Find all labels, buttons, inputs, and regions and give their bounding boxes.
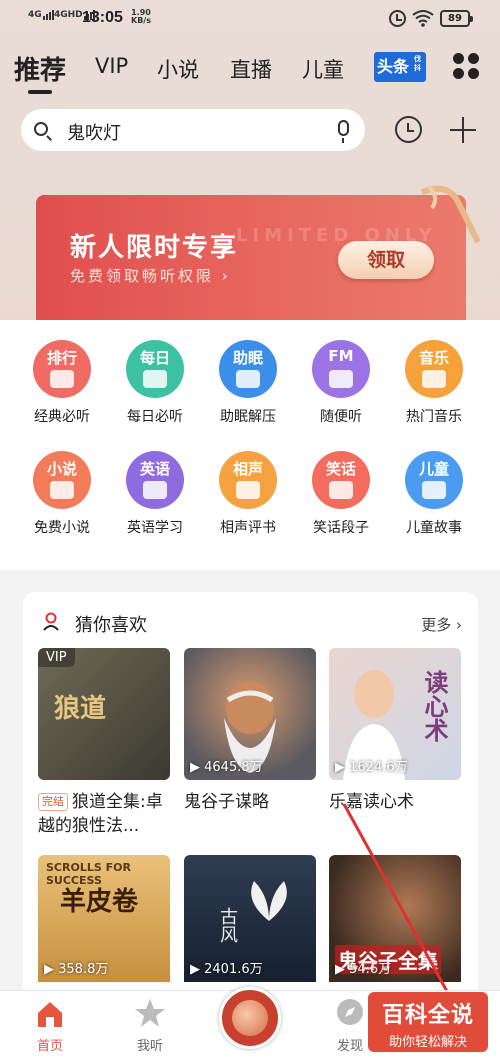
banner-title: 新人限时专享 — [70, 233, 239, 263]
user-heart-icon — [43, 612, 59, 631]
category-classic[interactable]: 排行 经典必听 — [17, 340, 107, 426]
tab-vip[interactable]: VIP — [95, 54, 128, 78]
album-title[interactable]: 鬼谷子谋略 — [184, 790, 269, 814]
signal-indicator-1: 4G — [28, 10, 54, 20]
star-icon — [135, 999, 165, 1027]
album-card[interactable]: 古风 ▶ 2401.6万 — [184, 855, 316, 982]
album-card[interactable]: ▶ 4645.8万 — [184, 648, 316, 780]
ribbon-decoration — [420, 184, 481, 244]
add-icon[interactable] — [450, 117, 476, 143]
english-icon: 英语 — [126, 451, 184, 509]
home-icon — [38, 1002, 62, 1027]
alarm-icon — [389, 10, 406, 27]
category-jokes[interactable]: 笑话 笑话段子 — [296, 451, 386, 537]
all-channels-icon[interactable] — [453, 53, 480, 80]
ranking-icon: 排行 — [33, 340, 91, 398]
tab-recommend[interactable]: 推荐 — [14, 50, 66, 87]
book-icon: 小说 — [33, 451, 91, 509]
compass-icon — [337, 999, 363, 1025]
completed-badge: 完结 — [38, 793, 68, 811]
radio-icon: FM — [312, 340, 370, 398]
category-sleep[interactable]: 助眠 助眠解压 — [203, 340, 293, 426]
calendar-icon: 每日 — [126, 340, 184, 398]
category-free-novel[interactable]: 小说 免费小说 — [17, 451, 107, 537]
album-card[interactable]: 读心术 ▶ 1624.6万 — [329, 648, 461, 780]
wifi-icon — [412, 10, 434, 27]
search-icon — [34, 122, 48, 136]
search-bar[interactable]: 鬼吹灯 — [21, 109, 365, 151]
vip-badge: VIP — [38, 648, 75, 667]
toutiao-tab[interactable]: 头条 伐抖 — [374, 52, 426, 82]
album-title[interactable]: 完结 狼道全集:卓越的狼性法... — [38, 790, 173, 838]
tab-live[interactable]: 直播 — [230, 54, 272, 84]
baby-icon: 儿童 — [405, 451, 463, 509]
promo-banner[interactable]: LIMITED ONLY 新人限时专享 免费领取畅听权限 › 领取 — [36, 195, 466, 325]
category-grid: 排行 经典必听 每日 每日必听 助眠 助眠解压 FM 随便听 音乐 热门音乐 小… — [0, 320, 500, 570]
banner-subtitle: 免费领取畅听权限 › — [70, 267, 231, 285]
search-input[interactable]: 鬼吹灯 — [67, 119, 121, 145]
network-speed: 1.90 KB/s — [131, 8, 151, 25]
category-fm[interactable]: FM 随便听 — [296, 340, 386, 426]
microphone-icon[interactable] — [338, 120, 349, 143]
lotus-image — [251, 881, 287, 921]
category-kids[interactable]: 儿童 儿童故事 — [389, 451, 479, 537]
tab-children[interactable]: 儿童 — [302, 54, 344, 84]
more-link[interactable]: 更多 › — [421, 614, 462, 635]
active-tab-indicator — [28, 90, 52, 94]
category-daily[interactable]: 每日 每日必听 — [110, 340, 200, 426]
fan-icon: 相声 — [219, 451, 277, 509]
recommend-section: 猜你喜欢 更多 › 狼道 VIP 完结 狼道全集:卓越的狼性法... ▶ 4645… — [23, 592, 478, 1012]
watermark-logo: 百科全说 助你轻松解决 — [368, 992, 488, 1052]
album-title[interactable]: 乐嘉读心术 — [329, 790, 414, 814]
history-icon[interactable] — [395, 116, 422, 143]
category-music[interactable]: 音乐 热门音乐 — [389, 340, 479, 426]
recommend-title: 猜你喜欢 — [75, 615, 147, 636]
status-bar: 4G 4GHD 13:05 1.90 KB/s 89 — [0, 0, 500, 38]
album-card[interactable]: SCROLLS FOR SUCCESS 羊皮卷 ▶ 358.8万 — [38, 855, 170, 982]
music-note-icon: 音乐 — [405, 340, 463, 398]
clock: 13:05 — [82, 9, 123, 26]
now-playing-button[interactable] — [219, 987, 281, 1049]
laugh-icon: 笑话 — [312, 451, 370, 509]
album-card[interactable]: 狼道 VIP — [38, 648, 170, 780]
category-english[interactable]: 英语 英语学习 — [110, 451, 200, 537]
tab-novel[interactable]: 小说 — [157, 54, 199, 84]
category-crosstalk[interactable]: 相声 相声评书 — [203, 451, 293, 537]
album-card[interactable]: 鬼谷子全集 ▶ 54.6万 — [329, 855, 461, 982]
battery-indicator: 89 — [440, 10, 473, 27]
sleep-icon: 助眠 — [219, 340, 277, 398]
